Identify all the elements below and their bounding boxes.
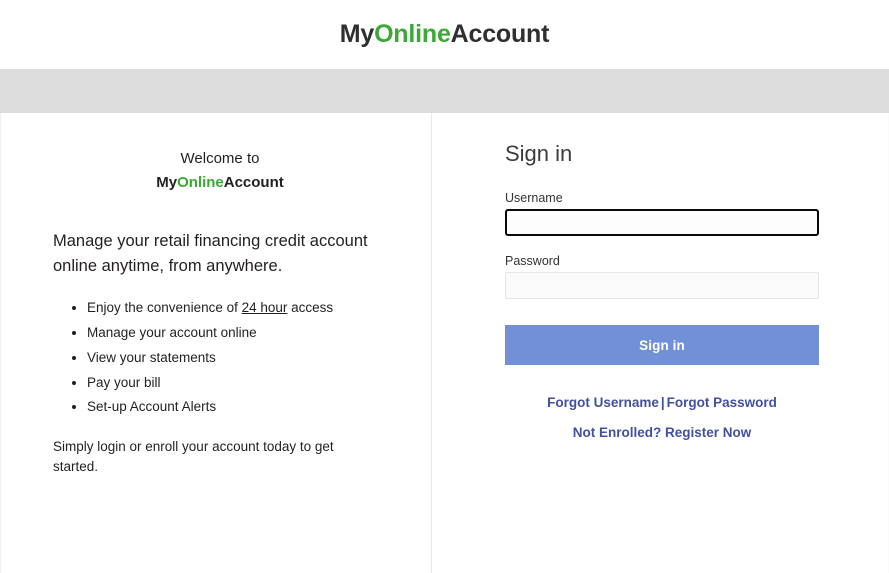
password-label: Password bbox=[505, 254, 560, 268]
register-now-link[interactable]: Not Enrolled? Register Now bbox=[573, 425, 752, 440]
benefit-item: View your statements bbox=[87, 348, 369, 368]
register-link-row: Not Enrolled? Register Now bbox=[505, 421, 819, 446]
content-card: Welcome to MyOnlineAccount Manage your r… bbox=[0, 113, 889, 573]
link-separator: | bbox=[660, 395, 665, 410]
username-label: Username bbox=[505, 191, 563, 205]
closing-text: Simply login or enroll your account toda… bbox=[53, 438, 334, 475]
benefit-item: Manage your account online bbox=[87, 323, 369, 343]
benefit-text: View your statements bbox=[87, 349, 216, 365]
welcome-logo-part-my: My bbox=[156, 174, 178, 192]
benefit-text: Set-up Account Alerts bbox=[87, 399, 217, 415]
logo-part-online: Online bbox=[374, 20, 451, 48]
welcome-brand: MyOnlineAccount bbox=[71, 170, 369, 196]
benefit-text: Enjoy the convenience of bbox=[87, 300, 242, 316]
welcome-logo-part-online: Online bbox=[177, 174, 224, 192]
password-input[interactable] bbox=[505, 272, 819, 299]
benefits-list: Enjoy the convenience of 24 hour access M… bbox=[39, 298, 369, 417]
helper-links: Forgot Username | Forgot Password Not Enro… bbox=[505, 391, 819, 446]
benefit-item: Enjoy the convenience of 24 hour access bbox=[87, 298, 369, 318]
forgot-links-row: Forgot Username | Forgot Password bbox=[505, 391, 819, 416]
username-field-group: Username bbox=[505, 191, 819, 236]
site-logo[interactable]: MyOnlineAccount bbox=[340, 22, 550, 47]
benefit-highlight: 24 hour bbox=[241, 300, 288, 316]
benefit-text: Manage your account online bbox=[87, 325, 257, 340]
site-header: MyOnlineAccount bbox=[0, 0, 889, 69]
benefit-text-suffix: access bbox=[287, 300, 334, 316]
benefit-item: Set-up Account Alerts bbox=[87, 397, 369, 417]
nav-band bbox=[0, 69, 889, 113]
signin-title: Sign in bbox=[505, 141, 573, 166]
signin-column: Sign in Username Password Sign in Forgot… bbox=[432, 113, 889, 573]
logo-part-account: Account bbox=[450, 20, 550, 48]
benefit-item: Pay your bill bbox=[87, 373, 369, 393]
welcome-logo-part-account: Account bbox=[223, 174, 284, 192]
welcome-line: Welcome to bbox=[180, 150, 260, 167]
logo-part-my: My bbox=[339, 20, 375, 48]
forgot-username-link[interactable]: Forgot Username bbox=[547, 395, 659, 410]
password-field-group: Password bbox=[505, 254, 819, 299]
info-column: Welcome to MyOnlineAccount Manage your r… bbox=[1, 113, 432, 573]
tagline: Manage your retail financing credit acco… bbox=[53, 231, 368, 275]
sign-in-button[interactable]: Sign in bbox=[505, 325, 819, 365]
forgot-password-link[interactable]: Forgot Password bbox=[667, 395, 777, 410]
welcome-heading: Welcome to MyOnlineAccount bbox=[71, 137, 369, 196]
benefit-text: Pay your bill bbox=[87, 374, 161, 390]
username-input[interactable] bbox=[505, 209, 819, 236]
